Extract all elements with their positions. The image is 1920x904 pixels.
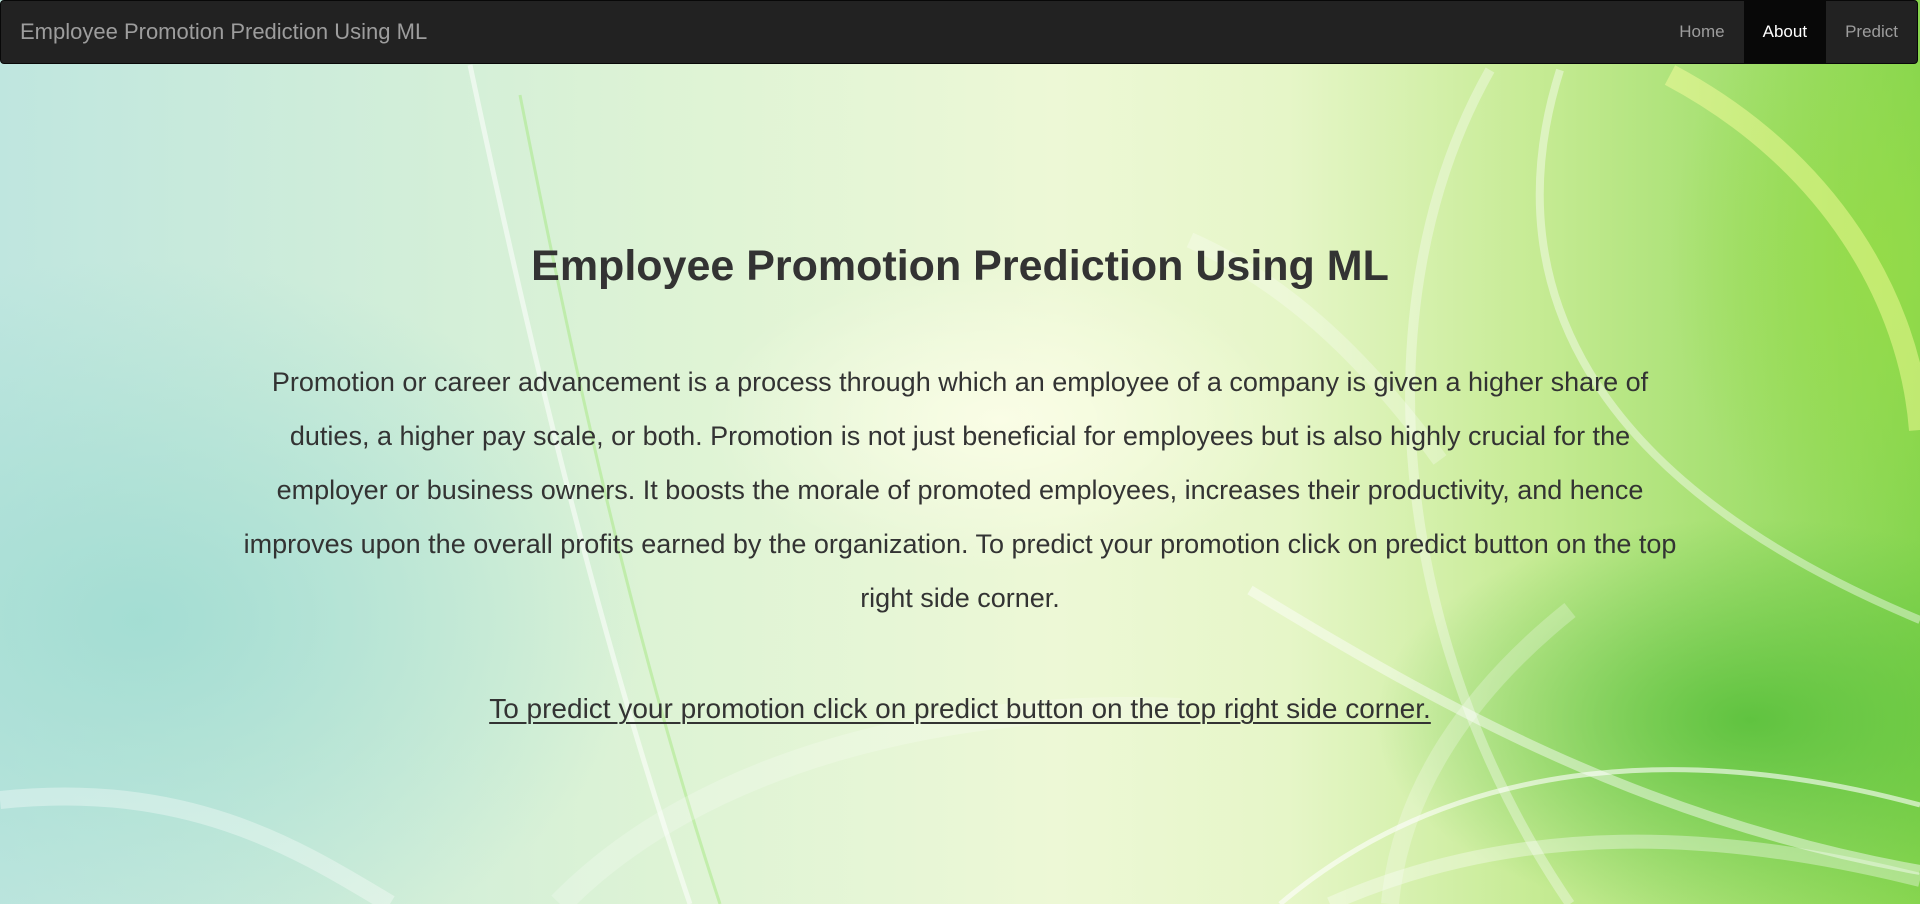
about-description: Promotion or career advancement is a pro… (243, 367, 1677, 613)
predict-instruction-link[interactable]: To predict your promotion click on predi… (489, 693, 1431, 724)
nav-predict-link[interactable]: Predict (1826, 0, 1917, 64)
about-page: Employee Promotion Prediction Using ML H… (0, 0, 1920, 904)
nav-links: Home About Predict (1660, 0, 1917, 64)
brand-link[interactable]: Employee Promotion Prediction Using ML (1, 0, 427, 64)
top-navbar: Employee Promotion Prediction Using ML H… (0, 0, 1918, 64)
nav-about-link[interactable]: About (1743, 0, 1827, 64)
about-content: Employee Promotion Prediction Using ML P… (0, 64, 1920, 904)
predict-instruction: To predict your promotion click on predi… (0, 691, 1920, 727)
nav-home-link[interactable]: Home (1660, 0, 1743, 64)
page-title: Employee Promotion Prediction Using ML (531, 242, 1389, 290)
